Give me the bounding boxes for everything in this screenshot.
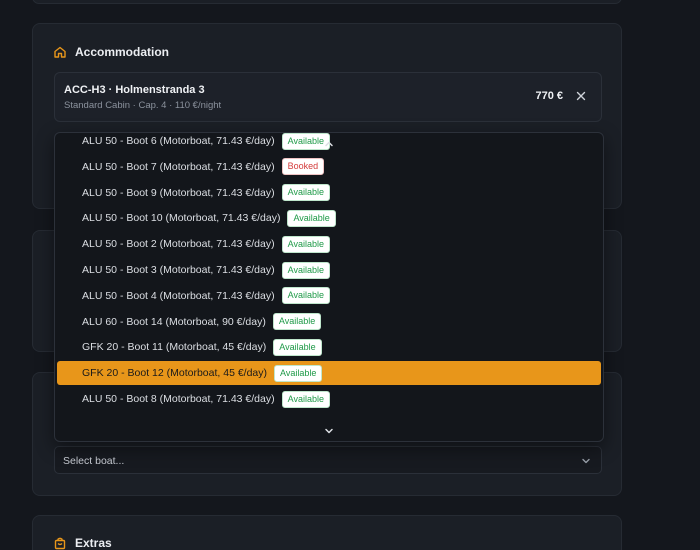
accommodation-header: Accommodation [53, 45, 169, 59]
boat-option-label: GFK 20 - Boot 11 (Motorboat, 45 €/day) [82, 341, 267, 354]
boat-option-label: ALU 50 - Boot 2 (Motorboat, 71.43 €/day) [82, 238, 275, 251]
boat-select-placeholder: Select boat... [63, 455, 125, 467]
boat-option[interactable]: ALU 50 - Boot 2 (Motorboat, 71.43 €/day)… [57, 232, 601, 256]
status-badge: Available [281, 261, 330, 279]
boat-option-label: ALU 50 - Boot 8 (Motorboat, 71.43 €/day) [82, 393, 275, 405]
boat-option-label: ALU 50 - Boot 3 (Motorboat, 71.43 €/day) [82, 264, 275, 276]
status-badge: Available [281, 235, 330, 253]
close-icon[interactable] [575, 90, 587, 102]
boat-option[interactable]: ALU 50 - Boot 3 (Motorboat, 71.43 €/day)… [57, 258, 601, 282]
chevron-up-icon[interactable] [55, 137, 603, 151]
selected-accommodation: ACC-H3 · Holmenstranda 3 Standard Cabin … [54, 72, 602, 122]
boat-option[interactable]: GFK 20 - Boot 12 (Motorboat, 45 €/day) Av… [57, 361, 601, 386]
status-badge: Available [281, 390, 330, 408]
extras-header: Extras [53, 536, 112, 550]
boat-option-label: ALU 50 - Boot 4 (Motorboat, 71.43 €/day) [82, 289, 275, 302]
boat-option[interactable]: ALU 50 - Boot 4 (Motorboat, 71.43 €/day)… [57, 284, 601, 308]
boat-option-label: ALU 50 - Boot 9 (Motorboat, 71.43 €/day) [82, 186, 275, 199]
status-badge: Available [272, 313, 322, 331]
boat-option-label: ALU 50 - Boot 10 (Motorboat, 71.43 €/day… [82, 212, 281, 225]
boat-option[interactable]: ALU 50 - Boot 9 (Motorboat, 71.43 €/day)… [57, 181, 601, 205]
accommodation-title: ACC-H3 · Holmenstranda 3 [64, 84, 205, 96]
boat-option-label: ALU 60 - Boot 14 (Motorboat, 90 €/day) [82, 315, 266, 328]
boat-option[interactable]: ALU 60 - Boot 14 (Motorboat, 90 €/day) Av… [57, 310, 601, 334]
accommodation-heading: Accommodation [75, 45, 170, 59]
extras-heading: Extras [75, 536, 112, 550]
home-icon [53, 45, 67, 59]
status-badge: Available [281, 287, 330, 305]
extras-card: Extras [32, 515, 622, 550]
accommodation-subtitle: Standard Cabin · Cap. 4 · 110 €/night [64, 100, 222, 111]
status-badge: Available [274, 364, 323, 382]
previous-section-card [32, 0, 622, 4]
status-badge: Available [281, 184, 330, 202]
boat-option-label: ALU 50 - Boot 7 (Motorboat, 71.43 €/day) [82, 160, 275, 173]
boat-dropdown-menu[interactable]: ALU 50 - Boot 6 (Motorboat, 71.43 €/day)… [54, 132, 604, 442]
chevron-down-icon[interactable] [55, 424, 603, 438]
status-badge: Available [273, 338, 322, 356]
boat-option[interactable]: ALU 50 - Boot 7 (Motorboat, 71.43 €/day)… [57, 155, 601, 179]
boat-option[interactable]: ALU 50 - Boot 10 (Motorboat, 71.43 €/day… [57, 206, 601, 230]
chevron-down-icon [581, 456, 591, 466]
bag-icon [53, 536, 67, 550]
boat-option-label: GFK 20 - Boot 12 (Motorboat, 45 €/day) [82, 367, 268, 380]
boat-option[interactable]: ALU 50 - Boot 8 (Motorboat, 71.43 €/day)… [57, 387, 601, 411]
accommodation-price: 770 € [535, 90, 563, 102]
boat-option[interactable]: GFK 20 - Boot 11 (Motorboat, 45 €/day) Av… [57, 335, 601, 359]
status-badge: Booked [281, 158, 325, 176]
status-badge: Available [287, 209, 336, 227]
booking-form: Accommodation ACC-H3 · Holmenstranda 3 S… [0, 0, 700, 550]
boat-select[interactable]: Select boat... [54, 446, 602, 474]
